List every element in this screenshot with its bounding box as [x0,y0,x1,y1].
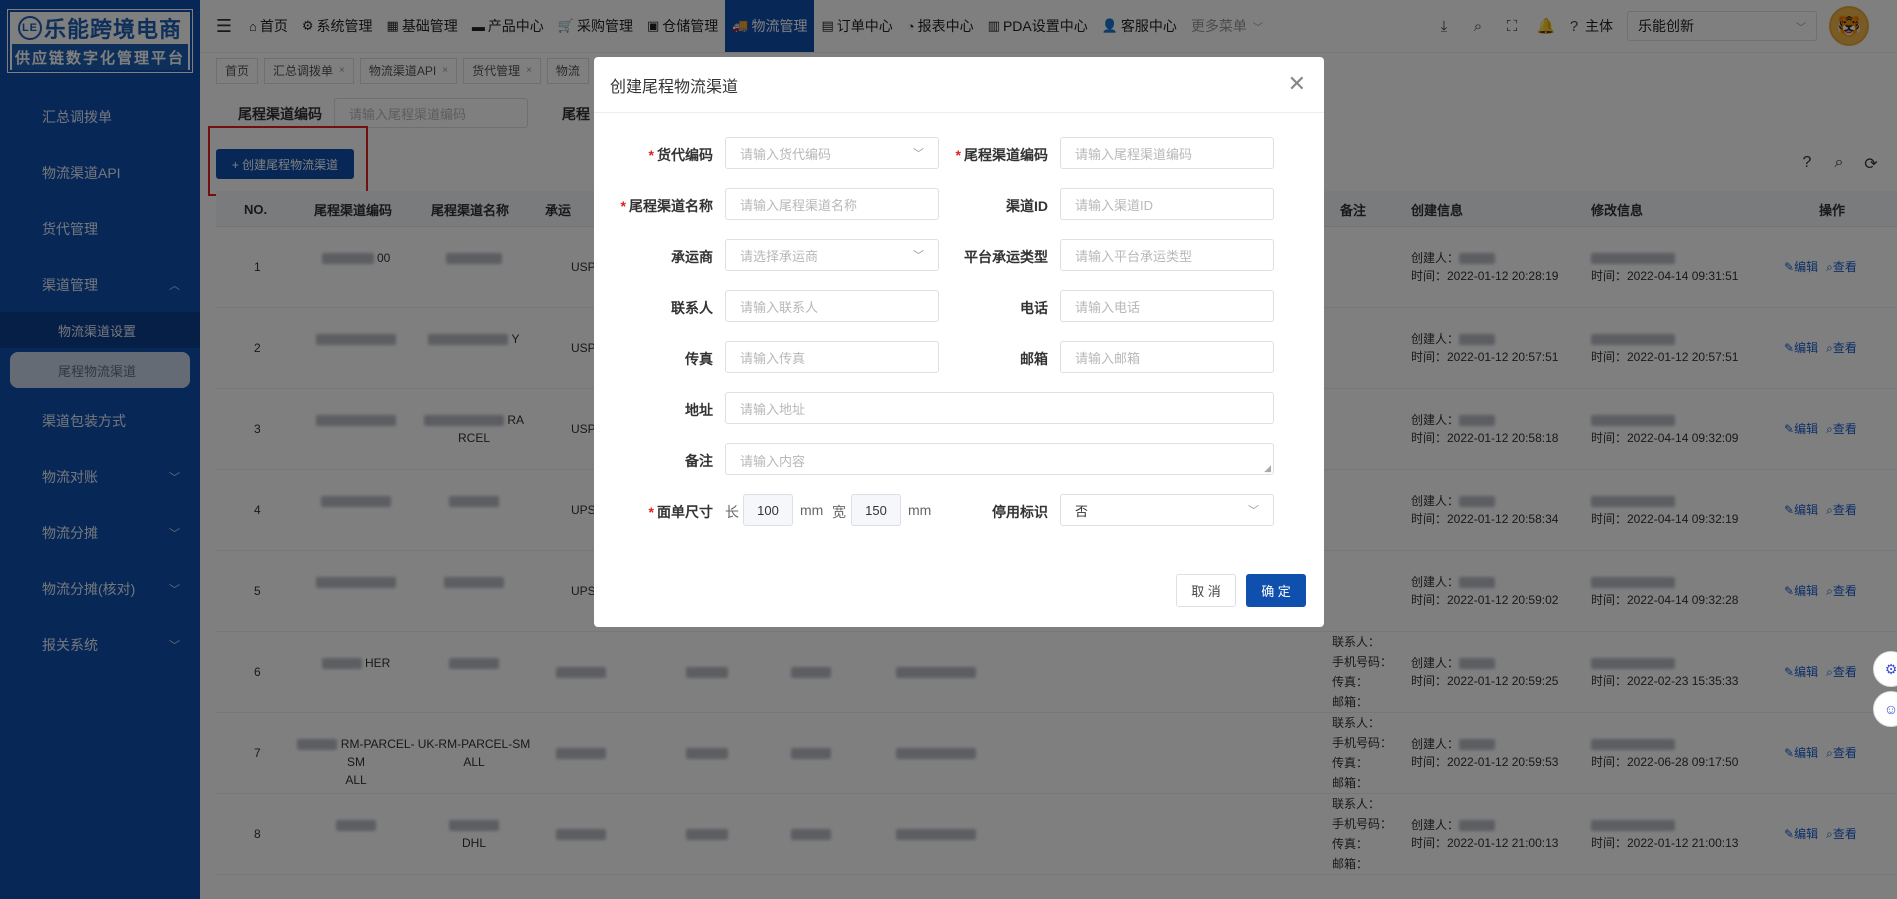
remark-textarea[interactable]: 请输入内容 ◢ [725,443,1274,475]
length-label: 长 [725,504,739,520]
label-text: 停用标识 [992,504,1048,520]
label-text: 尾程渠道编码 [964,147,1048,163]
label-text: 传真 [685,351,713,367]
confirm-button[interactable]: 确 定 [1246,574,1306,607]
dialog-header: 创建尾程物流渠道 ✕ [594,57,1324,113]
label-text: 备注 [685,453,713,469]
length-unit: mm [800,502,824,518]
remark-label: 备注 [594,451,713,471]
settings-float-icon[interactable]: ⚙ [1873,651,1897,687]
label-text: 面单尺寸 [657,504,713,520]
label-text: 货代编码 [657,147,713,163]
width-label: 宽 [832,504,846,520]
label-text: 尾程渠道名称 [629,198,713,214]
placeholder-text: 请输入地址 [740,401,806,417]
resize-handle-icon[interactable]: ◢ [1264,463,1271,474]
fax-label: 传真 [594,349,713,369]
email-input[interactable]: 请输入邮箱 [1060,341,1274,373]
placeholder-text: 请输入邮箱 [1075,350,1141,366]
label-text: 电话 [1020,300,1048,316]
placeholder-text: 请输入传真 [740,350,806,366]
disabled-flag-select[interactable]: 否 ﹀ [1060,494,1274,526]
placeholder-text: 请输入货代编码 [740,146,832,162]
length-input[interactable]: 100 [743,494,793,526]
address-label: 地址 [594,400,713,420]
phone-input[interactable]: 请输入电话 [1060,290,1274,322]
required-mark: * [648,147,654,163]
label-text: 承运商 [671,249,713,265]
label-text: 联系人 [671,300,713,316]
tail-name-label: * 尾程渠道名称 [594,196,713,216]
close-icon[interactable]: ✕ [1288,71,1306,97]
label-text: 邮箱 [1020,351,1048,367]
phone-label: 电话 [848,298,1048,318]
tail-code-input[interactable]: 请输入尾程渠道编码 [1060,137,1274,169]
label-size-label: * 面单尺寸 [594,502,713,522]
dialog-title: 创建尾程物流渠道 [610,78,739,96]
placeholder-text: 请选择承运商 [740,248,819,264]
placeholder-text: 请输入尾程渠道名称 [740,197,858,213]
placeholder-text: 请输入渠道ID [1075,197,1154,213]
placeholder-text: 请输入尾程渠道编码 [1075,146,1193,162]
address-input[interactable]: 请输入地址 [725,392,1274,424]
disabled-flag-label: 停用标识 [848,502,1048,522]
required-mark: * [648,504,654,520]
forwarder-code-label: * 货代编码 [594,145,713,165]
label-text: 渠道ID [1006,198,1048,214]
label-text: 地址 [685,402,713,418]
create-channel-dialog: 创建尾程物流渠道 ✕ * 货代编码 请输入货代编码 ﹀ * 尾程渠道编码 请输入尾程渠… [594,57,1324,627]
assistant-float-icon[interactable]: ☺ [1873,691,1897,727]
cancel-button[interactable]: 取 消 [1176,574,1236,607]
label-text: 平台承运类型 [964,249,1048,265]
chevron-down-icon: ﹀ [1248,505,1259,517]
required-mark: * [955,147,961,163]
carrier-label: 承运商 [594,247,713,267]
email-label: 邮箱 [848,349,1048,369]
placeholder-text: 请输入联系人 [740,299,819,315]
placeholder-text: 请输入电话 [1075,299,1141,315]
tail-code-label: * 尾程渠道编码 [848,145,1048,165]
channel-id-input[interactable]: 请输入渠道ID [1060,188,1274,220]
placeholder-text: 请输入平台承运类型 [1075,248,1193,264]
select-value: 否 [1075,503,1089,519]
required-mark: * [620,198,626,214]
contact-label: 联系人 [594,298,713,318]
platform-type-input[interactable]: 请输入平台承运类型 [1060,239,1274,271]
channel-id-label: 渠道ID [848,196,1048,216]
platform-type-label: 平台承运类型 [848,247,1048,267]
placeholder-text: 请输入内容 [740,454,806,469]
